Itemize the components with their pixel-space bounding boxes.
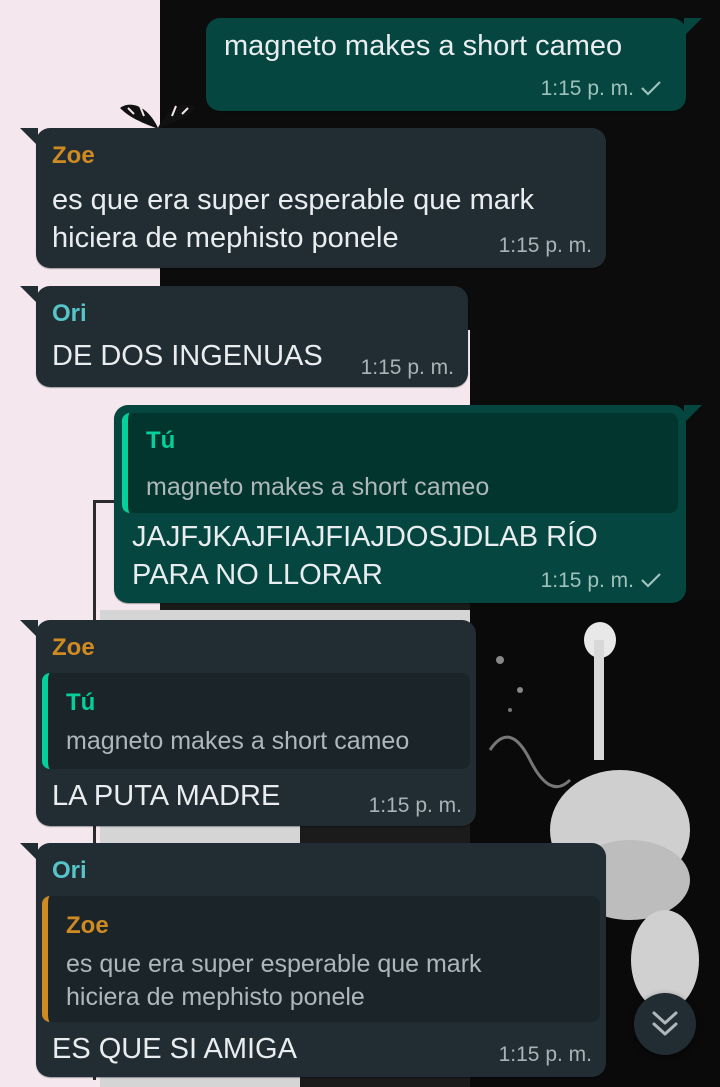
quoted-sender-name: Zoe — [66, 912, 109, 939]
bubble-tail — [20, 843, 38, 861]
quoted-message[interactable]: Tú magneto makes a short cameo — [122, 413, 678, 513]
quoted-text-line: hiciera de mephisto ponele — [66, 983, 365, 1011]
message-bubble-incoming[interactable]: Zoe Tú magneto makes a short cameo LA PU… — [20, 620, 476, 826]
message-bubble-outgoing[interactable]: magneto makes a short cameo 1:15 p. m. — [206, 18, 702, 111]
message-text: LA PUTA MADRE — [52, 780, 281, 812]
message-bubble-incoming[interactable]: Ori Zoe es que era super esperable que m… — [20, 843, 606, 1077]
quoted-sender-name: Tú — [66, 689, 96, 716]
message-time: 1:15 p. m. — [541, 569, 662, 593]
quoted-message[interactable]: Tú magneto makes a short cameo — [42, 673, 470, 769]
quoted-text-line: es que era super esperable que mark — [66, 950, 482, 978]
bubble-tail — [20, 286, 38, 304]
message-time: 1:15 p. m. — [498, 234, 592, 257]
message-time: 1:15 p. m. — [541, 77, 662, 101]
message-text: DE DOS INGENUAS — [52, 340, 323, 372]
single-check-icon — [641, 573, 661, 588]
double-chevron-down-icon — [652, 1011, 678, 1036]
message-time: 1:15 p. m. — [360, 356, 454, 379]
message-text-line: hiciera de mephisto ponele — [52, 222, 399, 254]
bubble-tail — [20, 128, 38, 146]
bubble-tail — [684, 18, 702, 36]
sender-name: Zoe — [52, 634, 95, 661]
message-time: 1:15 p. m. — [498, 1043, 592, 1066]
sender-name: Ori — [52, 300, 87, 327]
message-time-label: 1:15 p. m. — [540, 569, 634, 592]
message-time-label: 1:15 p. m. — [540, 77, 634, 100]
message-bubble-incoming[interactable]: Ori DE DOS INGENUAS 1:15 p. m. — [20, 286, 468, 387]
message-text: ES QUE SI AMIGA — [52, 1033, 297, 1065]
message-text-line: PARA NO LLORAR — [132, 559, 383, 591]
message-bubble-outgoing[interactable]: Tú magneto makes a short cameo JAJFJKAJF… — [114, 405, 702, 603]
message-text: magneto makes a short cameo — [224, 30, 623, 62]
sender-name: Ori — [52, 857, 87, 884]
bubble-tail — [20, 620, 38, 638]
scroll-to-bottom-button[interactable] — [634, 993, 696, 1055]
bubble-tail — [684, 405, 702, 423]
message-text-line: es que era super esperable que mark — [52, 184, 535, 216]
quoted-text: magneto makes a short cameo — [146, 473, 490, 501]
quoted-message[interactable]: Zoe es que era super esperable que mark … — [42, 896, 600, 1022]
message-text-line: JAJFJKAJFIAJFIAJDOSJDLAB RÍO — [132, 521, 598, 553]
quoted-sender-name: Tú — [146, 427, 176, 454]
message-time: 1:15 p. m. — [368, 794, 462, 817]
butterfly-decoration-icon — [120, 104, 196, 128]
quoted-text: magneto makes a short cameo — [66, 727, 410, 755]
message-bubble-incoming[interactable]: Zoe es que era super esperable que mark … — [20, 128, 606, 268]
single-check-icon — [641, 81, 661, 96]
sender-name: Zoe — [52, 142, 95, 169]
